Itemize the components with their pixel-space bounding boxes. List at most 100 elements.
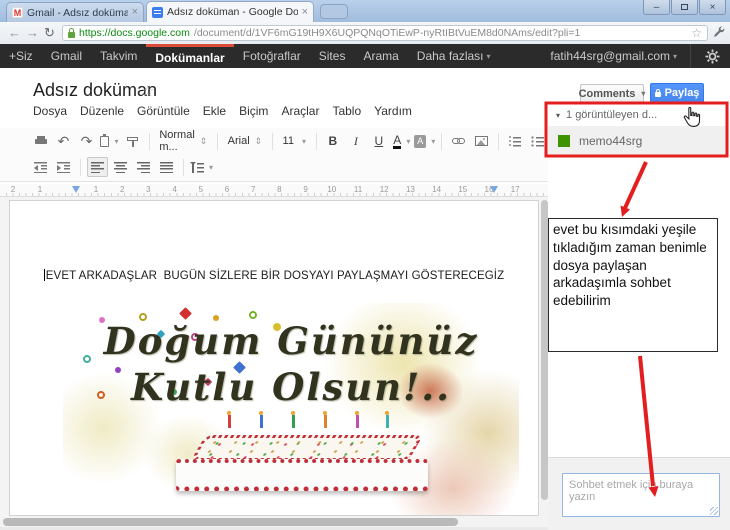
candle (227, 411, 231, 428)
account-email-label: fatih44srg@gmail.com (550, 49, 670, 63)
menu-goruntule[interactable]: Görüntüle (137, 104, 190, 118)
font-size-select[interactable]: 11 ▾ (279, 131, 310, 151)
https-lock-icon (68, 27, 75, 38)
toolbar-row-1: ↶ ↷ ▾ Normal m... ⇕ Arial ⇕ 11 ▾ B I U A ▾ A… (0, 128, 548, 154)
gbar-item-documents[interactable]: Dokümanlar (146, 44, 234, 68)
chat-input[interactable] (562, 473, 720, 517)
document-heading-text: EVET ARKADAŞLAR BUGÜN SİZLERE BİR DOSYAY… (43, 269, 505, 282)
right-indent-marker[interactable] (490, 186, 498, 193)
decrease-indent-button[interactable] (30, 157, 51, 177)
restore-button[interactable] (671, 0, 698, 15)
birthday-text-line1: Doğum Gününüz (103, 319, 479, 363)
align-right-button[interactable] (133, 157, 154, 177)
font-select[interactable]: Arial ⇕ (224, 131, 267, 151)
undo-button[interactable]: ↶ (53, 131, 74, 151)
share-label: Paylaş (664, 87, 700, 99)
gbar-more-label: Daha fazlası (416, 49, 484, 63)
underline-button[interactable]: U (368, 131, 389, 151)
share-button[interactable]: Paylaş (650, 83, 704, 103)
redo-button[interactable]: ↷ (76, 131, 97, 151)
paragraph-style-select[interactable]: Normal m... ⇕ (155, 129, 211, 153)
chevron-down-icon: ▾ (672, 51, 677, 61)
ruler-mark: 4 (172, 185, 177, 194)
close-button[interactable]: × (699, 0, 726, 15)
bold-button[interactable]: B (322, 131, 343, 151)
gear-icon[interactable] (705, 49, 720, 64)
italic-button[interactable]: I (345, 131, 366, 151)
ruler-mark: 2 (10, 185, 16, 194)
ruler-mark: 13 (405, 185, 415, 194)
minimize-button[interactable]: – (643, 0, 670, 15)
menu-dosya[interactable]: Dosya (33, 104, 67, 118)
stepper-icon: ⇕ (199, 135, 208, 146)
justify-button[interactable] (156, 157, 177, 177)
editor-toolbar: ↶ ↷ ▾ Normal m... ⇕ Arial ⇕ 11 ▾ B I U A ▾ A… (0, 128, 548, 182)
back-button[interactable]: ← (8, 22, 21, 44)
ruler-mark: 7 (250, 185, 256, 194)
align-center-button[interactable] (110, 157, 131, 177)
document-page[interactable]: EVET ARKADAŞLAR BUGÜN SİZLERE BİR DOSYAY… (9, 200, 539, 516)
vertical-scrollbar-thumb[interactable] (541, 200, 548, 500)
gbar-item-gmail[interactable]: Gmail (42, 44, 91, 68)
candle (385, 411, 389, 428)
increase-indent-button[interactable] (53, 157, 74, 177)
menu-araclar[interactable]: Araçlar (281, 104, 319, 118)
link-icon (451, 137, 465, 145)
account-email[interactable]: fatih44srg@gmail.com ▾ (541, 49, 686, 63)
gbar-item-more[interactable]: Daha fazlası ▾ (408, 44, 500, 68)
tab-docs-label: Adsız doküman - Google Dokü (167, 6, 298, 18)
text-color-button[interactable]: A ▾ (391, 131, 412, 151)
left-indent-marker[interactable] (72, 186, 80, 193)
align-left-button[interactable] (87, 157, 108, 177)
text-color-icon: A (393, 132, 402, 149)
print-button[interactable] (30, 131, 51, 151)
chat-panel (548, 457, 730, 530)
birthday-image[interactable]: Doğum Gününüz Kutlu Olsun!.. (63, 303, 519, 515)
menu-duzenle[interactable]: Düzenle (80, 104, 124, 118)
gbar-item-search[interactable]: Arama (354, 44, 407, 68)
gbar-item-photos[interactable]: Fotoğraflar (234, 44, 310, 68)
bulleted-list-button[interactable] (527, 131, 548, 151)
insert-image-button[interactable] (471, 131, 492, 151)
insert-link-button[interactable] (448, 131, 469, 151)
menu-yardim[interactable]: Yardım (374, 104, 412, 118)
print-icon (34, 136, 47, 146)
document-title[interactable]: Adsız doküman (33, 80, 157, 101)
resize-grip-icon[interactable] (710, 507, 718, 515)
gbar-item-calendar[interactable]: Takvim (91, 44, 146, 68)
web-clipboard-button[interactable]: ▾ (99, 131, 120, 151)
chevron-down-icon: ▾ (486, 51, 491, 61)
tab-gmail[interactable]: M Gmail - Adsız doküman (fatih4 × (6, 2, 144, 22)
gbar-item-sites[interactable]: Sites (310, 44, 355, 68)
menu-bicim[interactable]: Biçim (239, 104, 268, 118)
highlight-color-button[interactable]: A ▾ (414, 131, 435, 151)
tab-close-icon[interactable]: × (302, 6, 308, 18)
lock-icon (654, 89, 661, 97)
tab-close-icon[interactable]: × (132, 7, 138, 18)
ruler-mark: 14 (432, 185, 442, 194)
horizontal-scrollbar-thumb[interactable] (3, 518, 458, 526)
new-tab-button[interactable] (320, 4, 348, 19)
tab-docs[interactable]: Adsız doküman - Google Dokü × (146, 1, 314, 22)
chrome-menu-wrench-icon[interactable] (712, 24, 727, 41)
gbar-item-plus-you[interactable]: +Siz (0, 44, 42, 68)
menu-ekle[interactable]: Ekle (203, 104, 226, 118)
hand-cursor-icon (683, 106, 701, 127)
bookmark-star-icon[interactable]: ☆ (691, 26, 702, 40)
numbered-list-button[interactable] (504, 131, 525, 151)
ruler-mark: 5 (198, 185, 204, 194)
comments-button[interactable]: Comments ▾ (578, 84, 645, 103)
address-bar[interactable]: https://docs.google.com /document/d/1VF6… (62, 25, 708, 41)
divider (690, 44, 691, 68)
forward-button[interactable]: → (26, 22, 39, 44)
comments-label: Comments (578, 87, 636, 100)
chevron-down-icon: ▾ (209, 162, 214, 172)
viewer-row-memo44srg[interactable]: memo44srg (548, 126, 727, 155)
paint-format-button[interactable] (122, 131, 143, 151)
line-spacing-button[interactable]: ▾ (190, 157, 213, 177)
reload-button[interactable]: ↻ (44, 22, 55, 44)
chevron-down-icon: ▾ (301, 136, 306, 146)
menu-tablo[interactable]: Tablo (332, 104, 361, 118)
outdent-icon (34, 161, 47, 173)
star-document-icon[interactable]: ☆ (141, 82, 154, 100)
